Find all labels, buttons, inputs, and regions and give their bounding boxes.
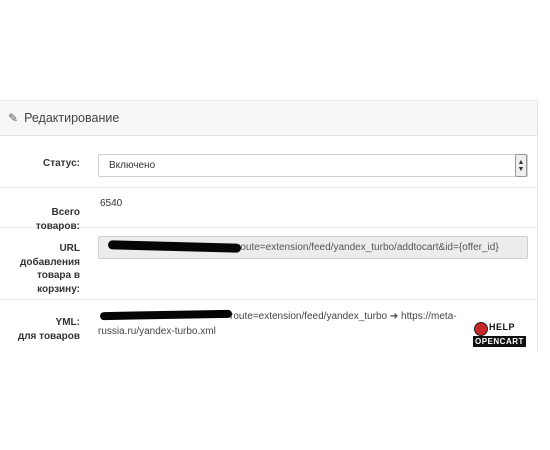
url-input-value: route=extension/feed/yandex_turbo/addtoc…	[237, 242, 499, 253]
panel-title: Редактирование	[24, 111, 120, 125]
yml-label-title: YML:	[55, 317, 80, 328]
status-select[interactable]: Включено ▲ ▼	[98, 154, 528, 177]
total-row: Всего товаров: 6540	[0, 188, 537, 232]
help-logo-icon	[474, 322, 488, 336]
url-row: URL добавления товара в корзину: route=e…	[0, 228, 537, 300]
yml-label-sub: для товаров	[17, 330, 80, 342]
edit-panel: ✎ Редактирование Статус: Включено ▲ ▼ Все…	[0, 100, 538, 351]
status-select-value: Включено	[109, 160, 156, 171]
yml-label: YML: для товаров	[8, 316, 80, 343]
chevron-down-icon[interactable]: ▲ ▼	[515, 154, 527, 177]
status-label: Статус:	[42, 158, 80, 169]
url-label: URL добавления товара в корзину:	[19, 243, 80, 295]
status-row: Статус: Включено ▲ ▼	[0, 136, 537, 188]
yml-row: YML: для товаров route=extension/feed/ya…	[0, 300, 537, 351]
help-opencart-logo: HELP OPENCART	[473, 322, 533, 350]
pencil-icon: ✎	[8, 111, 19, 125]
total-value: 6540	[100, 198, 123, 209]
arrow-right-icon: ➔	[389, 311, 399, 322]
logo-text-opencart: OPENCART	[473, 336, 526, 347]
logo-text-help: HELP	[489, 322, 516, 332]
panel-heading: ✎ Редактирование	[0, 101, 537, 136]
yml-value-route: route=extension/feed/yandex_turbo	[230, 311, 388, 322]
